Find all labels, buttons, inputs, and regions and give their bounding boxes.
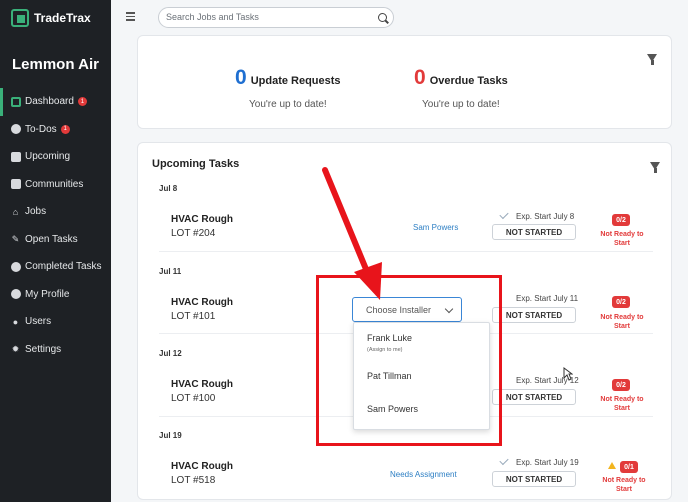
mouse-cursor-icon bbox=[563, 367, 573, 381]
annotation-arrow bbox=[322, 167, 382, 300]
